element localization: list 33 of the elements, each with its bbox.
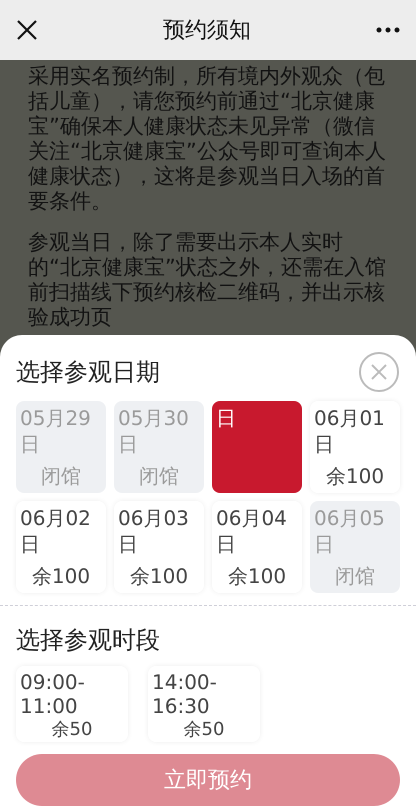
- date-card[interactable]: 06月02日 余100: [16, 501, 106, 593]
- date-text: 05月30日: [118, 405, 190, 457]
- date-card[interactable]: 06月04日 余100: [212, 501, 302, 593]
- time-slot-card[interactable]: 09:00-11:00 余50: [16, 666, 128, 742]
- availability-text: 闭馆: [138, 463, 180, 490]
- availability-text: 余100: [226, 563, 288, 590]
- availability-text: 余50: [182, 718, 226, 742]
- page-title: 预约须知: [163, 16, 251, 44]
- section-title: 选择参观日期: [16, 357, 160, 388]
- availability-text: 余100: [30, 563, 92, 590]
- availability-text: 闭馆: [334, 563, 376, 590]
- time-text: 14:00-16:30: [152, 670, 218, 718]
- date-card[interactable]: 06月01日 余100: [310, 401, 400, 493]
- more-icon[interactable]: [376, 27, 400, 33]
- section-title: 选择参观时段: [16, 625, 161, 656]
- time-slot-card[interactable]: 14:00-16:30 余50: [148, 666, 260, 742]
- date-text: 06月05日: [314, 505, 386, 557]
- availability-text: 余50: [50, 718, 94, 742]
- close-icon[interactable]: [16, 19, 38, 41]
- notice-paragraph: 采用实名预约制，所有境内外观众（包括儿童），请您预约前通过“北京健康宝”确保本人健康状态未见异常（微信关注“北京健康宝”公众号即可查询本人健康状态），这将是参观当日入场的首要条件。: [28, 64, 387, 214]
- date-card[interactable]: 日: [212, 401, 302, 493]
- date-text: 06月02日: [20, 505, 92, 557]
- date-text: 06月04日: [216, 505, 288, 557]
- notice-paragraph: 参观当日，除了需要出示本人实时的“北京健康宝”状态之外，还需在入馆前扫描线下预约核检二维码，并出示核验成功页: [28, 230, 387, 330]
- availability-text: 闭馆: [40, 463, 82, 490]
- time-text: 09:00-11:00: [20, 670, 86, 718]
- date-text: 06月03日: [118, 505, 190, 557]
- availability-text: 余100: [324, 463, 386, 490]
- date-card[interactable]: 06月03日 余100: [114, 501, 204, 593]
- availability-text: 余100: [128, 563, 190, 590]
- date-text: 05月29日: [20, 405, 92, 457]
- date-text: 日: [216, 405, 237, 431]
- date-text: 06月01日: [314, 405, 386, 457]
